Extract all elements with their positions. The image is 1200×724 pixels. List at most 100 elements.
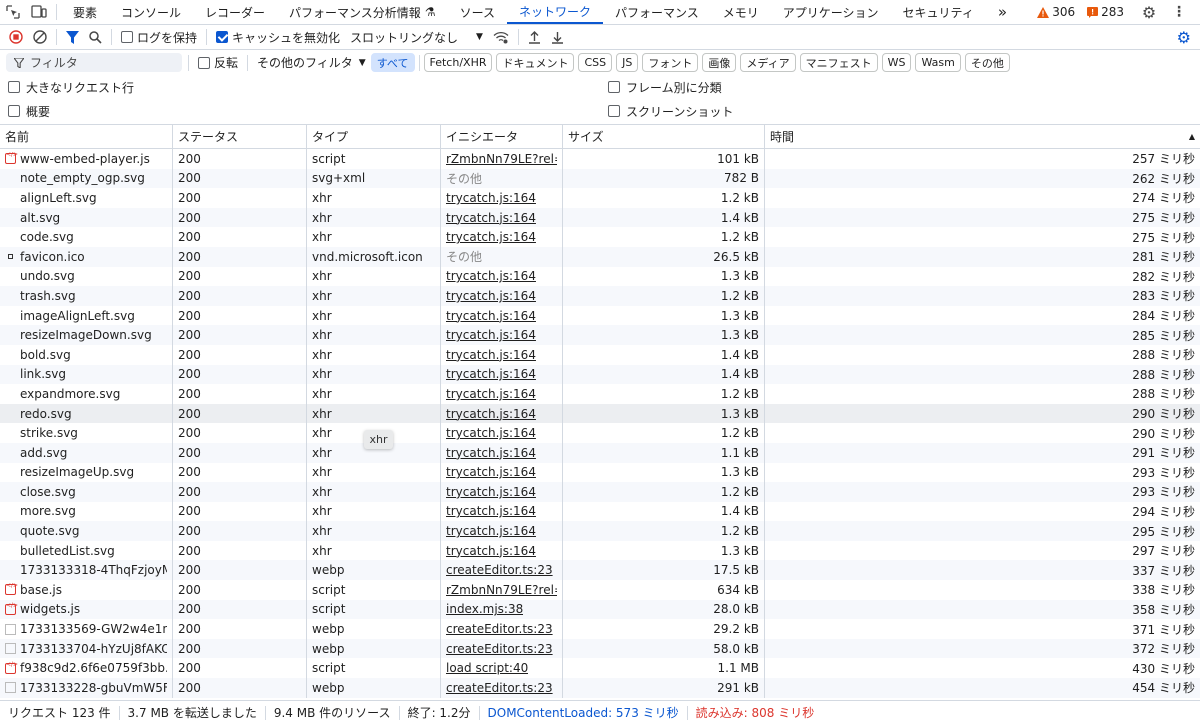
initiator-link[interactable]: trycatch.js:164 — [446, 446, 536, 460]
column-header-time[interactable]: 時間 ▲ — [765, 125, 1200, 148]
cell-name[interactable]: resizeImageUp.svg — [0, 462, 173, 483]
cell-initiator[interactable]: trycatch.js:164 — [441, 521, 563, 541]
settings-gear-icon[interactable]: ⚙ — [1136, 0, 1162, 24]
warning-counter[interactable]: 283 — [1087, 5, 1124, 19]
table-row[interactable]: 1733133569-GW2w4e1n... 200 webp createEdito… — [0, 619, 1200, 639]
clear-button[interactable] — [28, 25, 52, 49]
initiator-link[interactable]: trycatch.js:164 — [446, 485, 536, 499]
initiator-link[interactable]: trycatch.js:164 — [446, 465, 536, 479]
cell-initiator[interactable]: trycatch.js:164 — [441, 344, 563, 365]
cell-initiator[interactable]: trycatch.js:164 — [441, 325, 563, 345]
cell-name[interactable]: trash.svg — [0, 286, 173, 306]
initiator-link[interactable]: trycatch.js:164 — [446, 504, 536, 518]
initiator-link[interactable]: createEditor.ts:23 — [446, 642, 553, 656]
cell-initiator[interactable]: trycatch.js:164 — [441, 442, 563, 463]
table-row[interactable]: trash.svg 200 xhr trycatch.js:164 1.2 kB 283 … — [0, 286, 1200, 306]
cell-initiator[interactable]: createEditor.ts:23 — [441, 619, 563, 639]
screenshots-checkbox[interactable] — [608, 105, 620, 117]
cell-name[interactable]: more.svg — [0, 501, 173, 522]
cell-initiator[interactable]: createEditor.ts:23 — [441, 560, 563, 581]
table-row[interactable]: resizeImageUp.svg 200 xhr trycatch.js:164 1.… — [0, 462, 1200, 483]
preserve-log-checkbox[interactable] — [121, 31, 133, 43]
table-row[interactable]: strike.svg 200 xhr trycatch.js:164 1.2 kB 290… — [0, 423, 1200, 443]
tab-sources[interactable]: ソース — [448, 0, 507, 24]
cell-initiator[interactable]: createEditor.ts:23 — [441, 638, 563, 659]
table-row[interactable]: widgets.js 200script index.mjs:38 28.0 kB 35… — [0, 599, 1200, 620]
cell-initiator[interactable]: trycatch.js:164 — [441, 403, 563, 424]
filter-chip-wasm[interactable]: Wasm — [915, 53, 961, 72]
table-row[interactable]: alignLeft.svg 200 xhr trycatch.js:164 1.2 kB… — [0, 188, 1200, 208]
tab-memory[interactable]: メモリ — [711, 0, 771, 24]
filter-chip-other[interactable]: その他 — [964, 53, 1010, 72]
tab-elements[interactable]: 要素 — [61, 0, 109, 24]
filter-chip-fetch-xhr[interactable]: Fetch/XHR — [423, 53, 493, 72]
initiator-link[interactable]: trycatch.js:164 — [446, 309, 536, 323]
cell-name[interactable]: 1733133569-GW2w4e1n... — [0, 619, 173, 639]
table-row[interactable]: more.svg 200 xhr trycatch.js:164 1.4 kB 294 ミ… — [0, 501, 1200, 522]
cell-initiator[interactable]: trycatch.js:164 — [441, 501, 563, 522]
invert-checkbox[interactable] — [198, 56, 210, 69]
table-row[interactable]: undo.svg 200 xhr trycatch.js:164 1.3 kB 282 ミ… — [0, 266, 1200, 287]
cell-initiator[interactable]: createEditor.ts:23 — [441, 678, 563, 698]
initiator-link[interactable]: trycatch.js:164 — [446, 524, 536, 538]
screenshots-toggle[interactable]: スクリーンショット — [608, 103, 733, 120]
tab-performance[interactable]: パフォーマンス — [603, 0, 711, 24]
initiator-link[interactable]: createEditor.ts:23 — [446, 563, 553, 577]
cell-name[interactable]: quote.svg — [0, 521, 173, 541]
cell-name[interactable]: base.js — [0, 580, 173, 600]
cell-initiator[interactable]: trycatch.js:164 — [441, 423, 563, 443]
filter-chip-manifest[interactable]: マニフェスト — [799, 53, 878, 72]
cell-name[interactable]: add.svg — [0, 442, 173, 463]
overview-toggle[interactable]: 概要 — [8, 103, 50, 120]
cell-initiator[interactable]: trycatch.js:164 — [441, 364, 563, 385]
network-settings-button[interactable]: ⚙ — [1172, 25, 1196, 49]
overview-checkbox[interactable] — [8, 105, 20, 117]
cell-initiator[interactable]: trycatch.js:164 — [441, 227, 563, 247]
tab-security[interactable]: セキュリティ — [891, 0, 986, 24]
table-row[interactable]: alt.svg 200 xhr trycatch.js:164 1.4 kB 275 ミリ… — [0, 207, 1200, 228]
column-header-name[interactable]: 名前 — [0, 125, 173, 148]
column-header-initiator[interactable]: イニシエータ — [441, 125, 563, 148]
initiator-link[interactable]: trycatch.js:164 — [446, 367, 536, 381]
group-by-frame-toggle[interactable]: フレーム別に分類 — [608, 79, 722, 96]
initiator-link[interactable]: trycatch.js:164 — [446, 544, 536, 558]
filter-input[interactable]: フィルタ — [6, 53, 182, 72]
cell-name[interactable]: imageAlignLeft.svg — [0, 305, 173, 326]
cell-initiator[interactable]: trycatch.js:164 — [441, 305, 563, 326]
cell-initiator[interactable]: trycatch.js:164 — [441, 286, 563, 306]
table-row[interactable]: code.svg 200 xhr trycatch.js:164 1.2 kB 275 ミ… — [0, 227, 1200, 247]
table-row[interactable]: note_empty_ogp.svg 200 svg+xml その他 782 B 262 … — [0, 168, 1200, 189]
cell-name[interactable]: strike.svg — [0, 423, 173, 443]
tab-application[interactable]: アプリケーション — [771, 0, 891, 24]
column-header-size[interactable]: サイズ — [563, 125, 765, 148]
cell-name[interactable]: expandmore.svg — [0, 384, 173, 404]
table-row[interactable]: imageAlignLeft.svg 200 xhr trycatch.js:164 1… — [0, 305, 1200, 326]
record-stop-button[interactable] — [4, 25, 28, 49]
cell-initiator[interactable]: trycatch.js:164 — [441, 384, 563, 404]
initiator-link[interactable]: trycatch.js:164 — [446, 328, 536, 342]
table-row[interactable]: redo.svg 200 xhr trycatch.js:164 1.3 kB 290 ミ… — [0, 403, 1200, 424]
more-tabs-button[interactable]: » — [986, 0, 1019, 24]
initiator-link[interactable]: trycatch.js:164 — [446, 269, 536, 283]
cell-name[interactable]: 1733133704-hYzUj8fAKO... — [0, 638, 173, 659]
filter-chip-font[interactable]: フォント — [642, 53, 699, 72]
cell-name[interactable]: alignLeft.svg — [0, 188, 173, 208]
filter-chip-ws[interactable]: WS — [881, 53, 912, 72]
table-row[interactable]: add.svg 200 xhr trycatch.js:164 1.1 kB 291 ミリ… — [0, 442, 1200, 463]
large-rows-checkbox[interactable] — [8, 81, 20, 93]
initiator-link[interactable]: trycatch.js:164 — [446, 348, 536, 362]
initiator-link[interactable]: index.mjs:38 — [446, 602, 523, 616]
large-rows-toggle[interactable]: 大きなリクエスト行 — [8, 79, 134, 96]
initiator-link[interactable]: trycatch.js:164 — [446, 230, 536, 244]
tab-performance-insights[interactable]: パフォーマンス分析情報 ⚗ — [277, 0, 448, 24]
filter-chip-all[interactable]: すべて — [370, 53, 415, 72]
cell-initiator[interactable]: rZmbnNn79LE?rel=0& — [441, 149, 563, 169]
cell-name[interactable]: redo.svg — [0, 403, 173, 424]
error-counter[interactable]: 306 — [1037, 5, 1075, 19]
initiator-link[interactable]: trycatch.js:164 — [446, 426, 536, 440]
cell-name[interactable]: bold.svg — [0, 344, 173, 365]
table-row[interactable]: bold.svg 200 xhr trycatch.js:164 1.4 kB 288 ミ… — [0, 344, 1200, 365]
initiator-link[interactable]: rZmbnNn79LE?rel=0& — [446, 152, 557, 166]
cell-name[interactable]: close.svg — [0, 482, 173, 502]
filter-chip-image[interactable]: 画像 — [702, 53, 737, 72]
